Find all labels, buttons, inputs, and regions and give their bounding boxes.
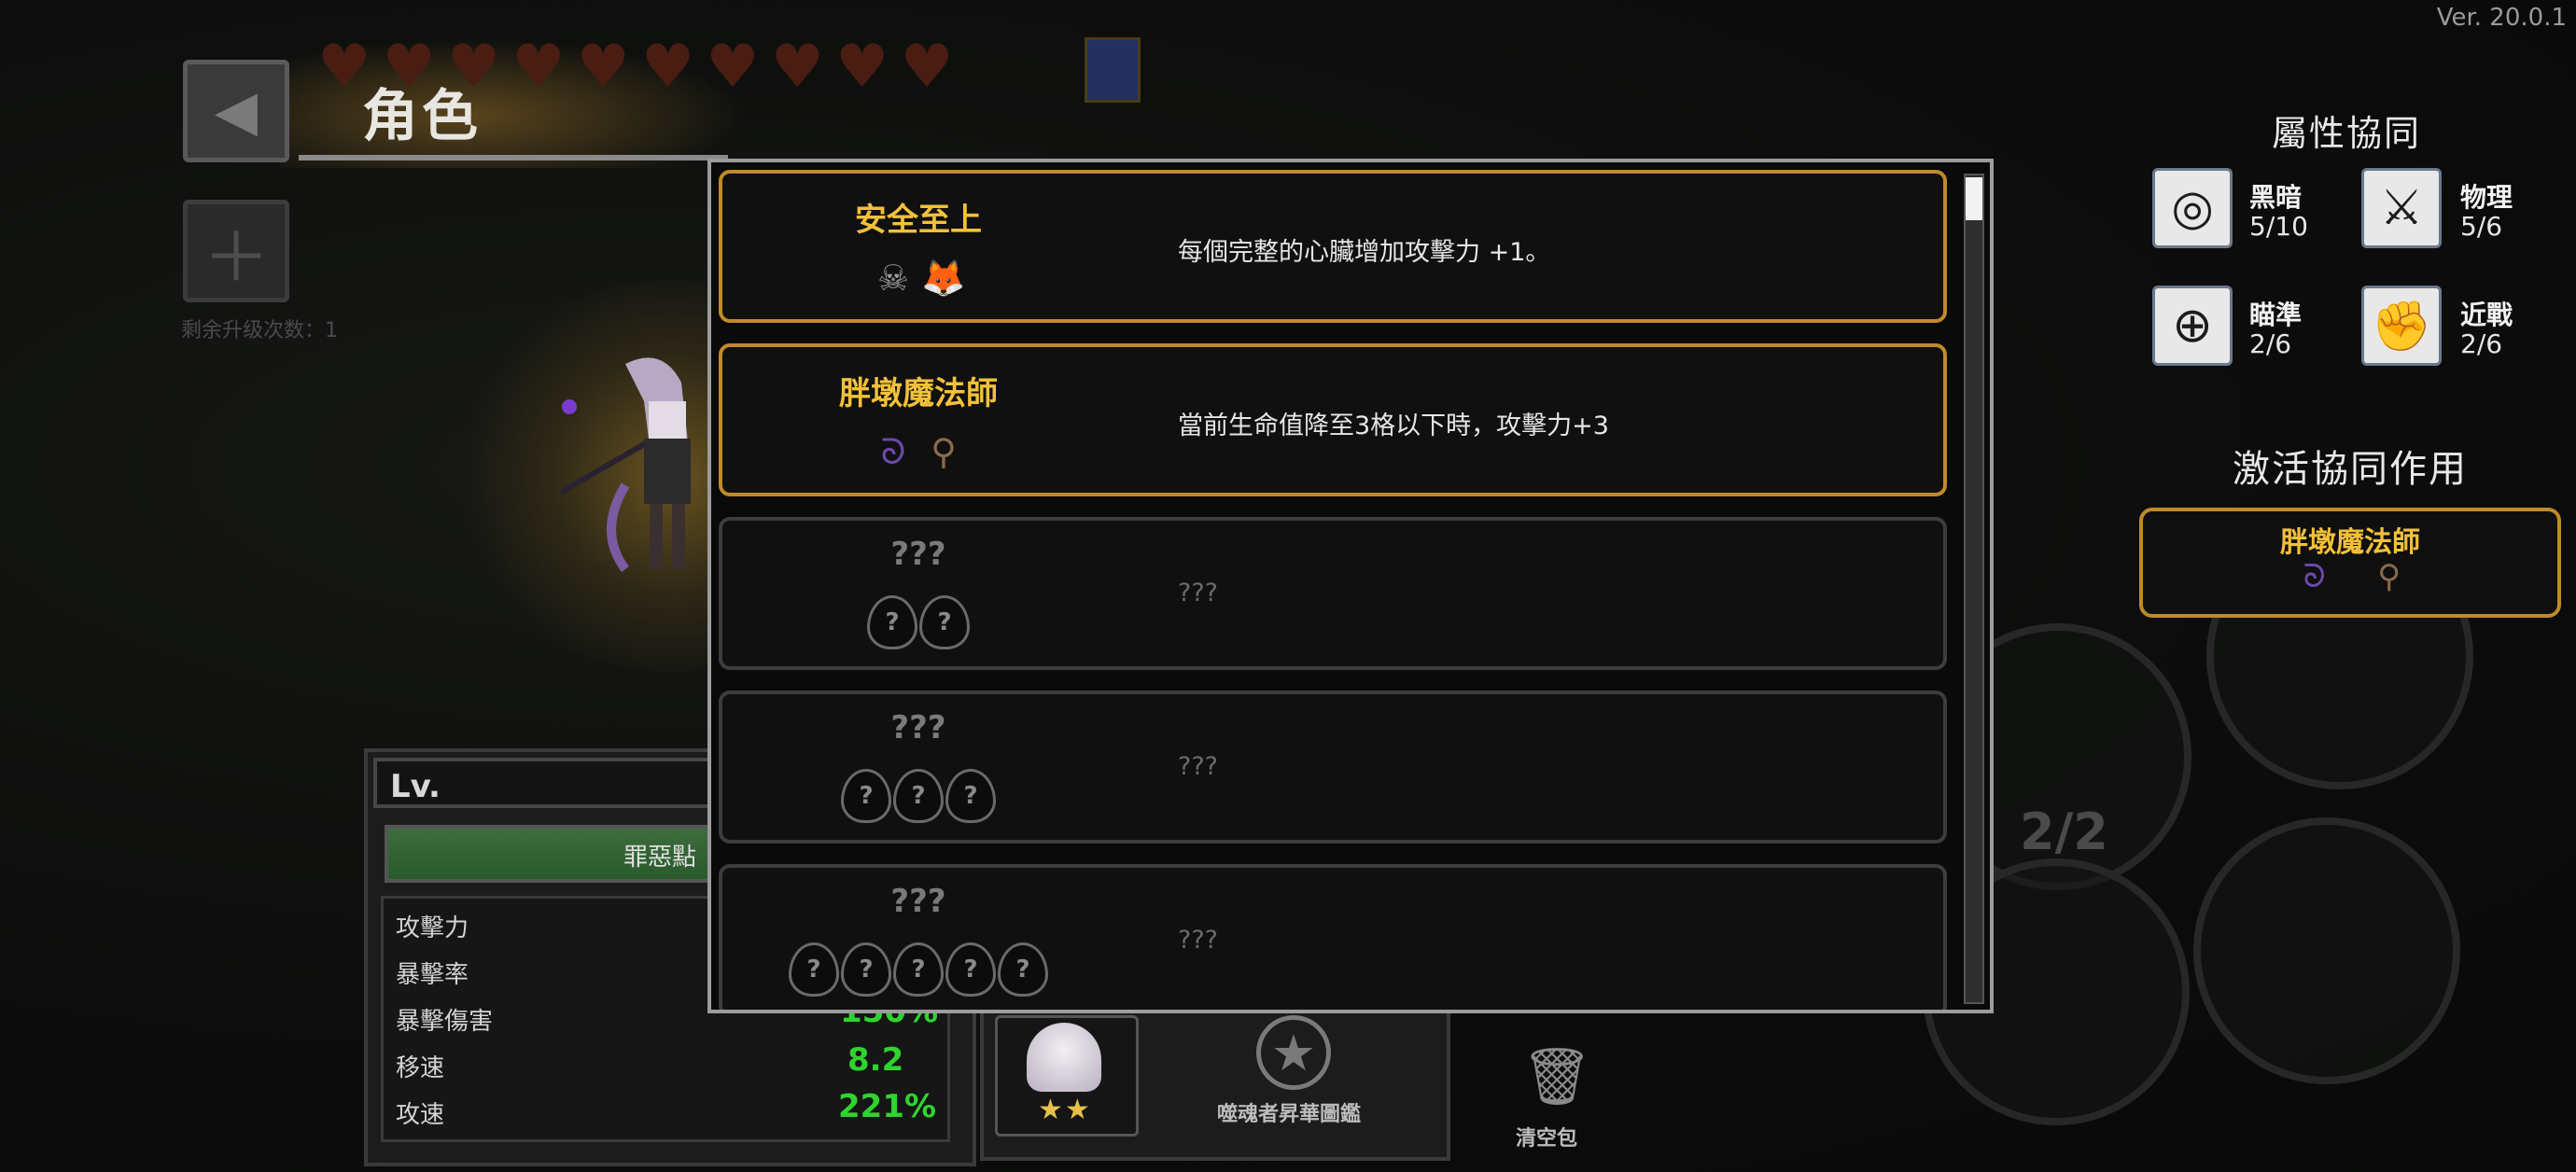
attribute-name-physical: 物理 — [2460, 182, 2513, 213]
stat-label-move-speed: 移速 — [396, 1054, 445, 1082]
active-synergy-name: 胖墩魔法師 — [2280, 526, 2420, 559]
attribute-value-physical: 5/6 — [2460, 211, 2503, 242]
unknown-slot-icon: ? — [919, 595, 970, 649]
synergy-card-locked[interactable]: ??? ? ? ? ??? — [719, 691, 1947, 844]
unknown-slot-icon: ? — [893, 942, 944, 997]
item-star-rating: ★★ — [1038, 1094, 1092, 1126]
synergy-name: ??? — [890, 536, 946, 573]
attribute-name-melee: 近戰 — [2460, 300, 2513, 330]
crosshair-icon[interactable]: ⊕ — [2152, 286, 2233, 366]
synergy-description: ??? — [1178, 752, 1218, 781]
active-synergy-icons: ᘐ ⚲ — [2277, 558, 2427, 595]
add-button[interactable]: ＋ — [183, 200, 289, 302]
fist-icon[interactable]: ✊ — [2361, 286, 2442, 366]
version-label: Ver. 20.0.1 — [2436, 4, 2567, 32]
shield-icon — [1085, 37, 1141, 103]
skull-icon: ☠ — [876, 258, 910, 299]
stat-value-attack-speed: 221% — [838, 1088, 937, 1125]
attribute-value-melee: 2/6 — [2460, 328, 2503, 359]
synergy-name: 安全至上 — [855, 202, 982, 239]
twig-doll-icon: ⚲ — [931, 431, 957, 472]
synergy-card[interactable]: 胖墩魔法師 ᘐ ⚲ 當前生命值降至3格以下時，攻擊力+3 — [719, 343, 1947, 496]
synergy-description: ??? — [1178, 926, 1218, 955]
synergy-card-locked[interactable]: ??? ? ? ? ? ? ??? — [719, 864, 1947, 1010]
unknown-slot-icon: ? — [841, 942, 891, 997]
unknown-slot-icon: ? — [945, 942, 996, 997]
unknown-slot-icon: ? — [841, 769, 891, 823]
star-icon: ★ — [1270, 1023, 1317, 1082]
heart-icon: ♥ — [706, 33, 760, 102]
heart-icon: ♥ — [770, 33, 824, 102]
codex-button[interactable]: ★ — [1256, 1015, 1331, 1090]
sin-points-label: 罪惡點 — [623, 844, 697, 872]
attribute-value-dark: 5/10 — [2249, 211, 2308, 242]
heart-icon: ♥ — [640, 33, 695, 102]
synergy-name: ??? — [890, 709, 946, 746]
heart-icon: ♥ — [576, 33, 630, 102]
synergy-card-locked[interactable]: ??? ? ? ??? — [719, 517, 1947, 670]
clear-bag-label: 清空包 — [1516, 1127, 1578, 1151]
heart-icon: ♥ — [511, 33, 566, 102]
snake-staff-icon: ᘐ — [880, 430, 906, 472]
back-button[interactable]: ◀ — [183, 60, 289, 162]
synergy-card[interactable]: 安全至上 ☠ 🦊 每個完整的心臟增加攻擊力 +1。 — [719, 170, 1947, 323]
scrollbar-track[interactable] — [1964, 174, 1984, 1004]
upgrades-left-label: 剩余升级次数：1 — [181, 319, 338, 342]
back-arrow-icon: ◀ — [214, 78, 259, 144]
dash-counter: 2/2 — [2020, 802, 2108, 861]
heart-icon: ♥ — [900, 33, 954, 102]
twig-doll-icon: ⚲ — [2377, 558, 2401, 595]
pearl-shell-icon — [1027, 1023, 1101, 1092]
dark-swirl-icon[interactable]: ◎ — [2152, 168, 2233, 248]
synergy-name: ??? — [890, 883, 946, 920]
unknown-slot-icon: ? — [945, 769, 996, 823]
sword-icon[interactable]: ⚔ — [2361, 168, 2442, 248]
unknown-slot-icon: ? — [893, 769, 944, 823]
fox-mask-icon: 🦊 — [921, 257, 966, 299]
page-title: 角色 — [362, 84, 482, 149]
trash-icon[interactable]: 🗑 — [1521, 1043, 1592, 1109]
attribute-value-aim: 2/6 — [2249, 328, 2292, 359]
attribute-synergy-title: 屬性協同 — [2272, 113, 2422, 154]
synergy-description: 當前生命值降至3格以下時，攻擊力+3 — [1178, 412, 1609, 440]
stat-label-crit-damage: 暴擊傷害 — [396, 1008, 494, 1036]
title-underline — [299, 155, 728, 160]
scrollbar-thumb[interactable] — [1966, 177, 1982, 220]
unknown-slot-icon: ? — [998, 942, 1048, 997]
unknown-slot-icon: ? — [867, 595, 917, 649]
codex-label: 噬魂者昇華圖鑑 — [1217, 1103, 1362, 1126]
synergy-name: 胖墩魔法師 — [839, 375, 998, 412]
stat-label-attack-speed: 攻速 — [396, 1101, 445, 1129]
synergy-list-modal: 安全至上 ☠ 🦊 每個完整的心臟增加攻擊力 +1。 胖墩魔法師 ᘐ ⚲ 當前生命… — [707, 159, 1994, 1013]
synergy-description: 每個完整的心臟增加攻擊力 +1。 — [1178, 238, 1551, 267]
heart-icon: ♥ — [835, 33, 889, 102]
attribute-name-dark: 黑暗 — [2249, 182, 2303, 213]
stat-label-attack: 攻擊力 — [396, 914, 469, 942]
character-sprite — [560, 357, 691, 572]
stat-label-crit-rate: 暴擊率 — [396, 961, 469, 989]
unknown-slot-icon: ? — [789, 942, 839, 997]
active-synergy-title: 激活協同作用 — [2233, 448, 2468, 491]
stat-value-move-speed: 8.2 — [847, 1041, 904, 1079]
attribute-name-aim: 瞄準 — [2249, 300, 2303, 330]
plus-icon: ＋ — [202, 217, 270, 297]
synergy-description: ??? — [1178, 579, 1218, 607]
attack-button[interactable] — [2193, 817, 2460, 1084]
snake-staff-icon: ᘐ — [2303, 558, 2326, 595]
